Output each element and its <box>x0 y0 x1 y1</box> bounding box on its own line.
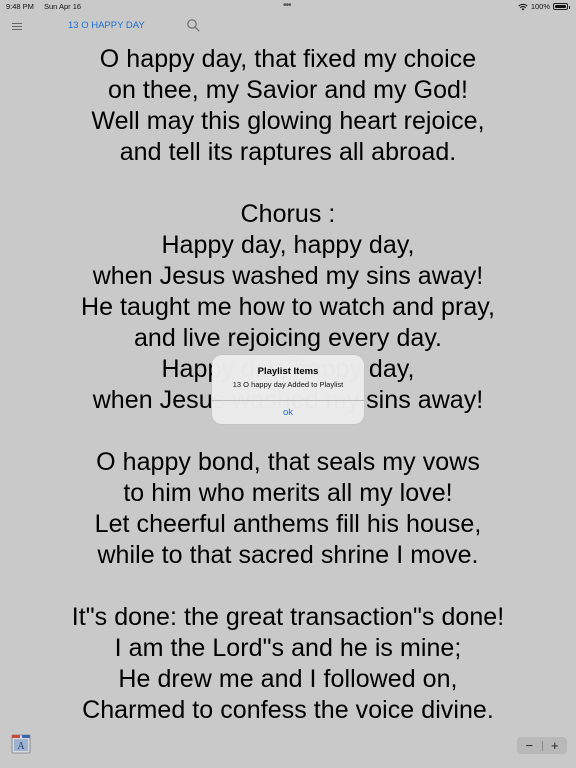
lyric-line: O happy day, that fixed my choice <box>99 45 477 73</box>
lyric-line: I am the Lord"s and he is mine; <box>114 634 462 662</box>
lyric-line: He drew me and I followed on, <box>118 665 458 693</box>
increase-font-button[interactable]: + <box>543 737 568 754</box>
lyric-line: O happy bond, that seals my vows <box>96 448 480 476</box>
verse-3: It"s done: the great transaction"s done!… <box>0 602 576 726</box>
search-icon[interactable] <box>186 18 200 32</box>
lyric-line: Happy day, happy day, <box>161 231 415 259</box>
lyric-line: He taught me how to watch and pray, <box>80 293 496 321</box>
hymnbook-icon[interactable]: A <box>11 734 31 754</box>
chorus-heading: Chorus : <box>240 200 336 228</box>
verse-1: O happy day, that fixed my choice on the… <box>0 44 576 168</box>
lyric-line: and live rejoicing every day. <box>133 324 443 352</box>
playlist-alert-dialog: Playlist Items 13 O happy day Added to P… <box>212 355 364 424</box>
lyric-line: Let cheerful anthems fill his house, <box>94 510 482 538</box>
lyric-line: Charmed to confess the voice divine. <box>82 696 494 724</box>
battery-percent: 100% <box>530 2 550 11</box>
alert-ok-button[interactable]: ok <box>212 401 364 424</box>
multitasking-dots-icon[interactable]: ••• <box>283 0 291 11</box>
battery-icon <box>553 3 570 10</box>
status-left: 9:48 PM Sun Apr 16 <box>6 2 81 11</box>
status-time: 9:48 PM <box>6 2 34 11</box>
alert-message: 13 O happy day Added to Playlist <box>232 380 344 389</box>
lyric-line: while to that sacred shrine I move. <box>97 541 479 569</box>
lyric-line: Well may this glowing heart rejoice, <box>91 107 485 135</box>
svg-text:A: A <box>17 741 25 752</box>
decrease-font-button[interactable]: − <box>517 737 542 754</box>
wifi-icon <box>518 3 528 10</box>
verse-2: O happy bond, that seals my vows to him … <box>0 447 576 571</box>
lyric-line: and tell its raptures all abroad. <box>119 138 457 166</box>
hamburger-menu-icon[interactable] <box>12 23 22 31</box>
lyric-line: on thee, my Savior and my God! <box>107 76 468 104</box>
status-date: Sun Apr 16 <box>43 2 82 11</box>
alert-title: Playlist Items <box>257 366 319 377</box>
lyric-line: to him who merits all my love! <box>123 479 453 507</box>
lyric-line: It"s done: the great transaction"s done! <box>71 603 505 631</box>
lyric-line: when Jesus washed my sins away! <box>92 262 484 290</box>
nav-bar: 13 O HAPPY DAY <box>0 14 576 38</box>
status-bar: 9:48 PM Sun Apr 16 ••• 100% <box>0 0 576 14</box>
nav-title[interactable]: 13 O HAPPY DAY <box>68 20 145 31</box>
font-size-stepper[interactable]: − + <box>517 737 567 754</box>
status-right: 100% <box>518 2 570 11</box>
